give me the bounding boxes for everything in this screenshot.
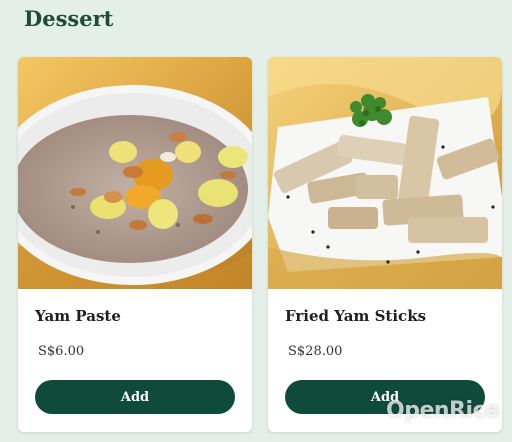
item-name: Fried Yam Sticks (285, 307, 427, 325)
item-name: Yam Paste (35, 307, 121, 325)
fried-yam-sticks-image (268, 57, 502, 289)
item-price: S$28.00 (288, 344, 343, 359)
menu-item-card[interactable]: Yam Paste S$6.00 Add (18, 57, 252, 432)
item-price: S$6.00 (38, 344, 85, 359)
openrice-watermark: OpenRice (386, 398, 500, 423)
yam-paste-image (18, 57, 252, 289)
menu-item-card[interactable]: Fried Yam Sticks S$28.00 Add (268, 57, 502, 432)
add-button[interactable]: Add (35, 380, 235, 414)
section-title: Dessert (24, 6, 114, 31)
